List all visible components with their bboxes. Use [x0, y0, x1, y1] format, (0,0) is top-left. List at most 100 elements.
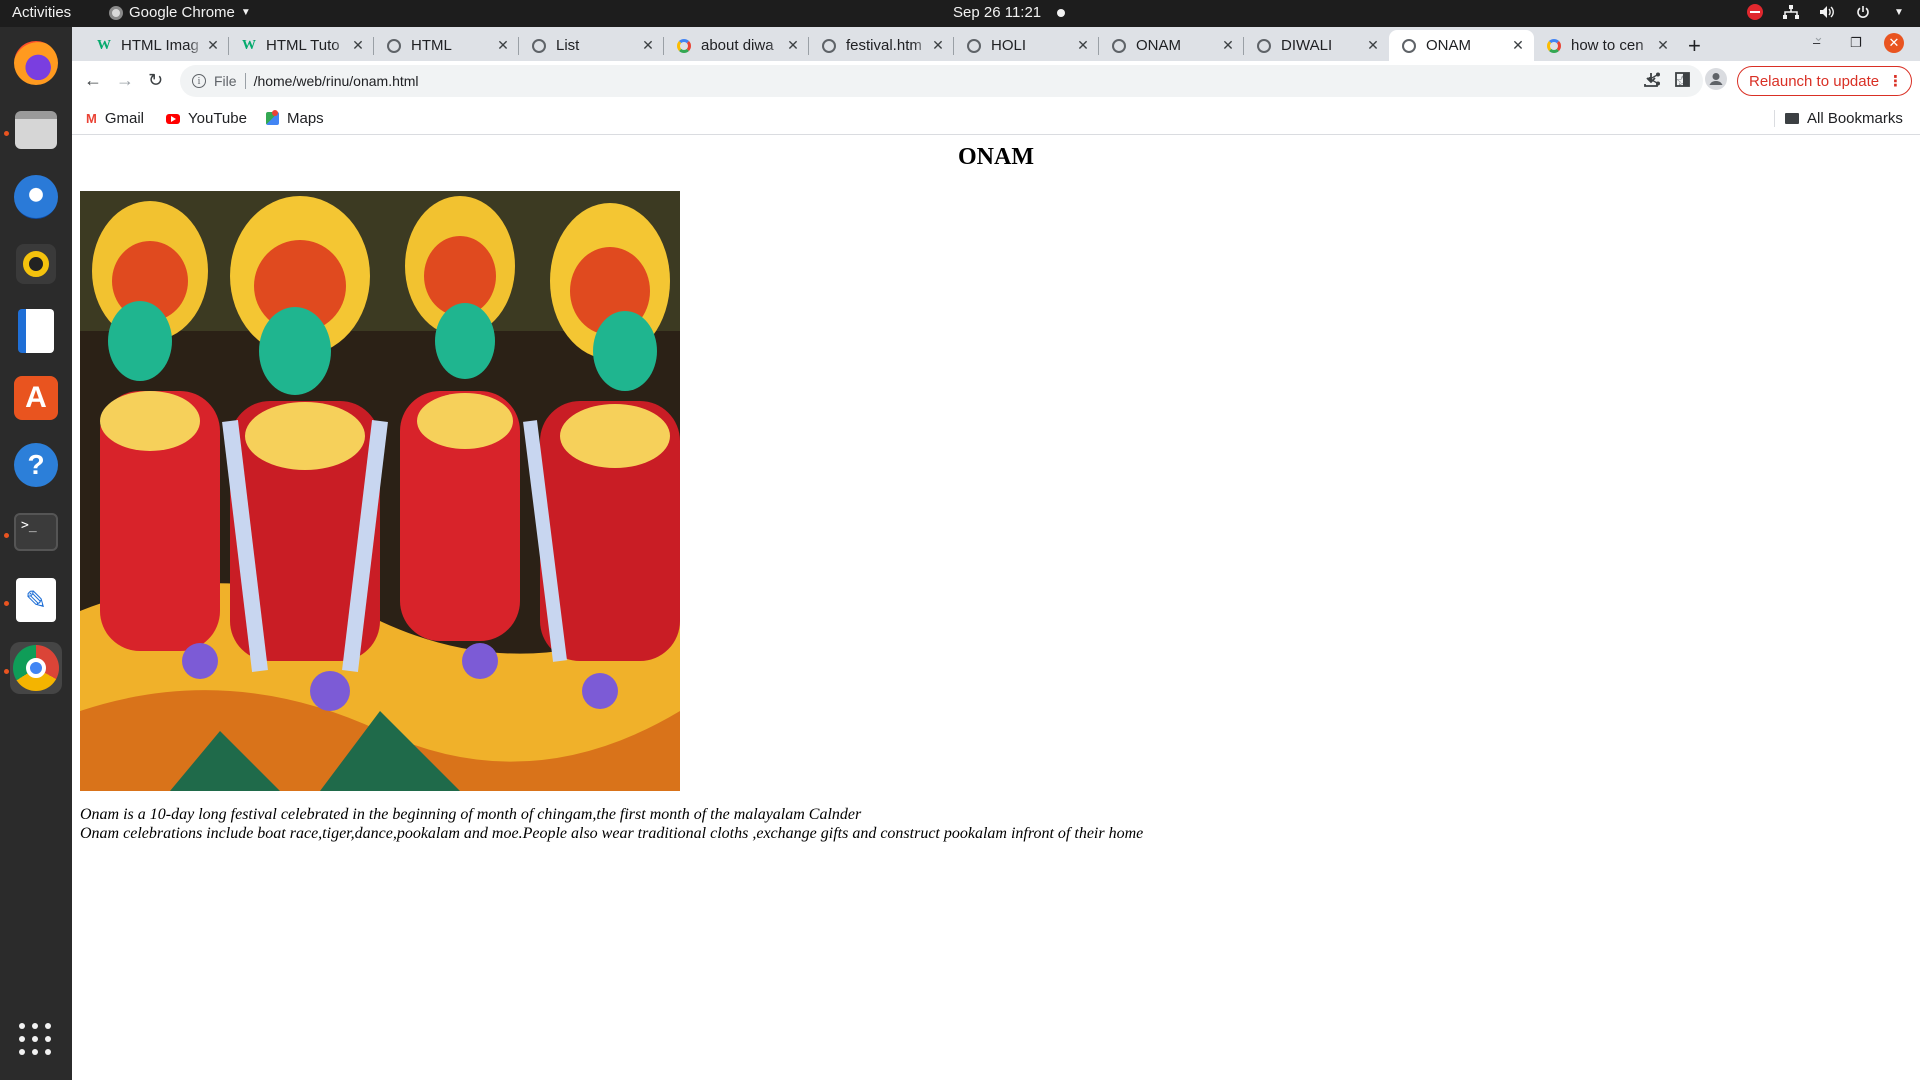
tab-title: HOLI: [991, 37, 1027, 54]
activities-button[interactable]: Activities: [12, 4, 71, 21]
tab-onam-active[interactable]: ONAM ✕: [1389, 30, 1534, 61]
firefox-icon: [14, 41, 58, 85]
profile-avatar-icon[interactable]: [1705, 68, 1727, 94]
browser-window: W HTML Imag ✕ W HTML Tuto ✕ HTML ✕ List …: [72, 27, 1920, 1080]
tab-html-image[interactable]: W HTML Imag ✕: [84, 30, 229, 61]
tab-how-to-center[interactable]: how to cen ✕: [1534, 30, 1679, 61]
reload-button[interactable]: ↻: [148, 70, 163, 91]
close-icon[interactable]: ✕: [785, 37, 801, 54]
close-icon[interactable]: ✕: [495, 37, 511, 54]
minimize-button[interactable]: –: [1813, 35, 1820, 50]
tab-title: HTML Tuto: [266, 37, 340, 54]
thunderbird-icon: [14, 175, 58, 219]
volume-icon[interactable]: [1818, 3, 1836, 21]
dock-chrome[interactable]: [10, 642, 62, 694]
tab-title: List: [556, 37, 580, 54]
close-icon[interactable]: ✕: [930, 37, 946, 54]
description-line: Onam celebrations include boat race,tige…: [80, 824, 1144, 842]
festival-image: [80, 191, 680, 791]
close-icon[interactable]: ✕: [1220, 37, 1236, 54]
address-bar[interactable]: i File /home/web/rinu/onam.html ☆: [180, 65, 1703, 97]
tab-html[interactable]: HTML ✕: [374, 30, 519, 61]
w3schools-icon: W: [242, 37, 256, 53]
system-top-bar: Activities Google Chrome ▼ Sep 26 11:21 …: [0, 0, 1920, 27]
dock-software[interactable]: A: [10, 372, 62, 424]
folder-icon: [1785, 113, 1799, 124]
maps-icon: [266, 110, 279, 125]
dock-thunderbird[interactable]: [10, 171, 62, 223]
app-menu-label: Google Chrome: [129, 4, 235, 21]
rhythmbox-icon: [16, 244, 56, 284]
url-text[interactable]: /home/web/rinu/onam.html: [254, 73, 419, 89]
globe-icon: [1401, 38, 1417, 54]
close-icon[interactable]: ✕: [1655, 37, 1671, 54]
chrome-icon: [13, 645, 59, 691]
dock-help[interactable]: ?: [10, 439, 62, 491]
globe-icon: [1256, 38, 1272, 54]
close-icon[interactable]: ✕: [640, 37, 656, 54]
divider: [244, 73, 246, 89]
bookmark-maps[interactable]: Maps: [266, 110, 324, 127]
tab-about-diwali[interactable]: about diwa ✕: [664, 30, 809, 61]
relaunch-to-update-button[interactable]: Relaunch to update ⋮: [1737, 66, 1912, 96]
tab-holi[interactable]: HOLI ✕: [954, 30, 1099, 61]
running-indicator: [4, 131, 9, 136]
software-store-icon: A: [14, 376, 58, 420]
close-icon[interactable]: ✕: [1510, 37, 1526, 54]
dock-firefox[interactable]: [10, 37, 62, 89]
globe-icon: [821, 38, 837, 54]
dock-terminal[interactable]: >_: [10, 506, 62, 558]
running-indicator: [4, 669, 9, 674]
close-icon[interactable]: ✕: [350, 37, 366, 54]
globe-icon: [386, 38, 402, 54]
network-icon[interactable]: [1782, 3, 1800, 21]
dock-text-editor[interactable]: ✎: [10, 574, 62, 626]
browser-toolbar: ← → ↻ i File /home/web/rinu/onam.html ☆ …: [72, 61, 1920, 101]
chevron-down-icon[interactable]: ▼: [1890, 3, 1908, 21]
power-icon[interactable]: [1854, 3, 1872, 21]
dock-files[interactable]: [10, 104, 62, 156]
tab-onam[interactable]: ONAM ✕: [1099, 30, 1244, 61]
tab-list[interactable]: List ✕: [519, 30, 664, 61]
app-menu[interactable]: Google Chrome ▼: [109, 4, 251, 21]
site-info-icon[interactable]: i: [192, 74, 206, 88]
google-icon: [1546, 38, 1562, 54]
close-icon[interactable]: ✕: [205, 37, 221, 54]
all-bookmarks-button[interactable]: All Bookmarks: [1785, 110, 1903, 127]
do-not-disturb-icon[interactable]: [1746, 3, 1764, 21]
festival-description: Onam is a 10-day long festival celebrate…: [80, 806, 1143, 843]
dock-rhythmbox[interactable]: [10, 238, 62, 290]
text-editor-icon: ✎: [16, 578, 56, 622]
side-panel-icon[interactable]: [1675, 72, 1690, 91]
bookmark-youtube[interactable]: YouTube: [166, 110, 247, 127]
close-icon[interactable]: ✕: [1365, 37, 1381, 54]
close-window-button[interactable]: ✕: [1884, 33, 1904, 53]
tab-html-tutorial[interactable]: W HTML Tuto ✕: [229, 30, 374, 61]
close-icon[interactable]: ✕: [1075, 37, 1091, 54]
page-content: ONAM Onam is a 10-day long festival cele…: [72, 136, 1920, 1080]
notification-dot-icon: [1057, 8, 1066, 17]
running-indicator: [4, 533, 9, 538]
page-title: ONAM: [958, 144, 1034, 170]
files-icon: [15, 111, 57, 149]
new-tab-button[interactable]: +: [1688, 33, 1701, 59]
show-applications-button[interactable]: [10, 1014, 62, 1066]
clock[interactable]: Sep 26 11:21: [953, 4, 1066, 21]
bookmark-gmail[interactable]: M Gmail: [86, 110, 144, 127]
tab-title: festival.htm: [846, 37, 922, 54]
more-menu-icon[interactable]: ⋮: [1888, 72, 1903, 90]
forward-button[interactable]: →: [116, 70, 134, 91]
restore-button[interactable]: ❐: [1850, 35, 1862, 51]
tab-diwali[interactable]: DIWALI ✕: [1244, 30, 1389, 61]
relaunch-label: Relaunch to update: [1749, 72, 1880, 90]
chevron-down-icon: ▼: [240, 7, 251, 18]
download-icon[interactable]: [1643, 72, 1659, 92]
chrome-app-icon: [109, 5, 123, 20]
dock-writer[interactable]: [10, 305, 62, 357]
back-button[interactable]: ←: [84, 70, 102, 91]
all-bookmarks-label: All Bookmarks: [1807, 110, 1903, 127]
system-tray[interactable]: ▼: [1746, 3, 1908, 21]
help-icon: ?: [14, 443, 58, 487]
tab-festival[interactable]: festival.htm ✕: [809, 30, 954, 61]
dock: A ? >_ ✎: [0, 27, 72, 1080]
